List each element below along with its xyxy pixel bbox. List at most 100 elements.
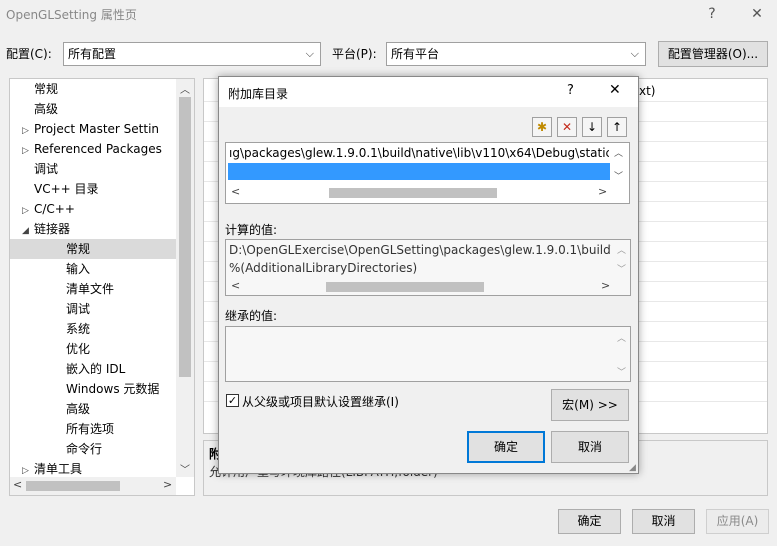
tree-item[interactable]: 嵌入的 IDL [10, 359, 176, 379]
expanded-icon[interactable]: ◢ [22, 221, 34, 241]
tree-item-label: C/C++ [34, 202, 75, 216]
platform-label: 平台(P): [332, 47, 377, 61]
list-hscroll-thumb[interactable] [329, 188, 497, 198]
dialog-cancel-button[interactable]: 取消 [551, 431, 629, 463]
directory-entry-selected[interactable] [228, 163, 610, 180]
tree-item[interactable]: 输入 [10, 259, 176, 279]
tree-item-label: Windows 元数据 [66, 382, 160, 396]
tree-item[interactable]: 命令行 [10, 439, 176, 459]
tree-item[interactable]: 调试 [10, 299, 176, 319]
scroll-up-icon[interactable]: ︿ [617, 331, 626, 344]
tree-item-label: Referenced Packages [34, 142, 162, 156]
tree-item-label: 高级 [34, 102, 59, 116]
dialog-help-button[interactable]: ? [567, 83, 574, 98]
move-down-icon[interactable]: ↓ [582, 117, 602, 137]
tree-item-label: 常规 [66, 242, 91, 256]
dialog-ok-button[interactable]: 确定 [467, 431, 545, 463]
expand-icon[interactable]: ▷ [22, 121, 34, 141]
config-select[interactable]: 所有配置 ⌵ [63, 42, 321, 66]
directory-entry[interactable]: ıg\packages\glew.1.9.0.1\build\native\li… [229, 146, 609, 160]
dialog-close-button[interactable]: ✕ [609, 82, 621, 98]
tree-item[interactable]: 所有选项 [10, 419, 176, 439]
tree-scroll-thumb[interactable] [179, 97, 191, 377]
window-title: OpenGLSetting 属性页 [6, 8, 137, 22]
tree-item-label: 高级 [66, 402, 91, 416]
macros-button[interactable]: 宏(M) >> [551, 389, 629, 421]
tree-item-label: 输入 [66, 262, 91, 276]
inherited-value-box: ︿ ﹀ [225, 326, 631, 382]
config-manager-button[interactable]: 配置管理器(O)... [658, 41, 768, 67]
grid-header-fragment: xt) [639, 84, 656, 98]
expand-icon[interactable]: ▷ [22, 141, 34, 161]
scroll-down-icon[interactable]: ﹀ [617, 262, 626, 275]
config-label: 配置(C): [6, 47, 52, 61]
tree-item-label: 调试 [34, 162, 59, 176]
tree-item[interactable]: 系统 [10, 319, 176, 339]
scroll-down-icon[interactable]: ﹀ [617, 365, 626, 378]
tree-item[interactable]: 清单文件 [10, 279, 176, 299]
tree-item[interactable]: 优化 [10, 339, 176, 359]
evaluated-line: D:\OpenGLExercise\OpenGLSetting\packages… [229, 243, 611, 257]
tree-horizontal-scrollbar[interactable]: < > [10, 477, 176, 495]
tree-item-label: 清单工具 [34, 462, 83, 476]
tree-item-label: 链接器 [34, 222, 71, 236]
platform-select-value: 所有平台 [391, 47, 440, 61]
scroll-left-icon[interactable]: < [231, 279, 240, 292]
tree-item-label: 清单文件 [66, 282, 115, 296]
directory-list[interactable]: ıg\packages\glew.1.9.0.1\build\native\li… [225, 142, 630, 204]
inherit-checkbox-label[interactable]: 从父级或项目默认设置继承(I) [242, 393, 399, 410]
expand-icon[interactable]: ▷ [22, 201, 34, 221]
tree-item[interactable]: ▷ Project Master Settin [10, 119, 176, 139]
tree-item-label: 系统 [66, 322, 91, 336]
scroll-right-icon[interactable]: > [163, 478, 172, 491]
scroll-up-icon[interactable]: ︿ [617, 243, 626, 256]
move-up-icon[interactable]: ↑ [607, 117, 627, 137]
help-button[interactable]: ? [697, 2, 727, 26]
evaluated-line: %(AdditionalLibraryDirectories) [229, 261, 418, 275]
ok-button[interactable]: 确定 [558, 509, 621, 534]
tree-item[interactable]: ▷ 清单工具 [10, 459, 176, 479]
tree-item-label: VC++ 目录 [34, 182, 99, 196]
evaluated-hscroll-thumb[interactable] [326, 282, 484, 292]
tree-item[interactable]: 高级 [10, 99, 176, 119]
property-tree[interactable]: 常规 高级 ▷ Project Master Settin ▷ Referenced Pa… [9, 78, 195, 496]
platform-select[interactable]: 所有平台 ⌵ [386, 42, 646, 66]
tree-hscroll-thumb[interactable] [26, 481, 120, 491]
cancel-button[interactable]: 取消 [632, 509, 695, 534]
tree-item-label: 优化 [66, 342, 91, 356]
inherit-checkbox[interactable]: ✓ [226, 394, 239, 407]
tree-item[interactable]: 调试 [10, 159, 176, 179]
scroll-right-icon[interactable]: > [601, 279, 610, 292]
tree-item-label: 命令行 [66, 442, 103, 456]
scroll-down-icon[interactable]: ﹀ [180, 461, 190, 476]
scroll-up-icon[interactable]: ︿ [180, 81, 190, 96]
tree-item[interactable]: ▷ Referenced Packages [10, 139, 176, 159]
tree-item[interactable]: Windows 元数据 [10, 379, 176, 399]
resize-grip-icon[interactable]: ◢ [629, 463, 636, 473]
tree-item-label: 调试 [66, 302, 91, 316]
new-folder-icon[interactable]: ✱ [532, 117, 552, 137]
scroll-left-icon[interactable]: < [231, 185, 240, 198]
tree-vertical-scrollbar[interactable]: ︿ ﹀ [176, 79, 194, 477]
scroll-left-icon[interactable]: < [13, 478, 22, 491]
tree-item[interactable]: ▷ C/C++ [10, 199, 176, 219]
tree-item[interactable]: 常规 [10, 239, 176, 259]
tree-item[interactable]: 高级 [10, 399, 176, 419]
chevron-down-icon: ⌵ [305, 47, 314, 60]
tree-item[interactable]: 常规 [10, 79, 176, 99]
inherited-label: 继承的值: [225, 309, 278, 323]
scroll-right-icon[interactable]: > [598, 185, 607, 198]
additional-library-dialog: 附加库目录 ? ✕ ✱ ✕ ↓ ↑ ıg\packages\glew.1.9.0… [218, 76, 639, 474]
apply-button[interactable]: 应用(A) [706, 509, 769, 534]
delete-icon[interactable]: ✕ [557, 117, 577, 137]
config-select-value: 所有配置 [68, 47, 117, 61]
scroll-down-icon[interactable]: ﹀ [614, 169, 623, 182]
tree-item-label: 嵌入的 IDL [66, 362, 126, 376]
close-button[interactable]: ✕ [742, 2, 772, 26]
tree-item[interactable]: VC++ 目录 [10, 179, 176, 199]
tree-item[interactable]: ◢ 链接器 [10, 219, 176, 239]
chevron-down-icon: ⌵ [630, 47, 639, 60]
tree-item-label: Project Master Settin [34, 122, 160, 136]
scroll-up-icon[interactable]: ︿ [614, 146, 623, 159]
dialog-title-bar: 附加库目录 ? ✕ [219, 77, 638, 107]
